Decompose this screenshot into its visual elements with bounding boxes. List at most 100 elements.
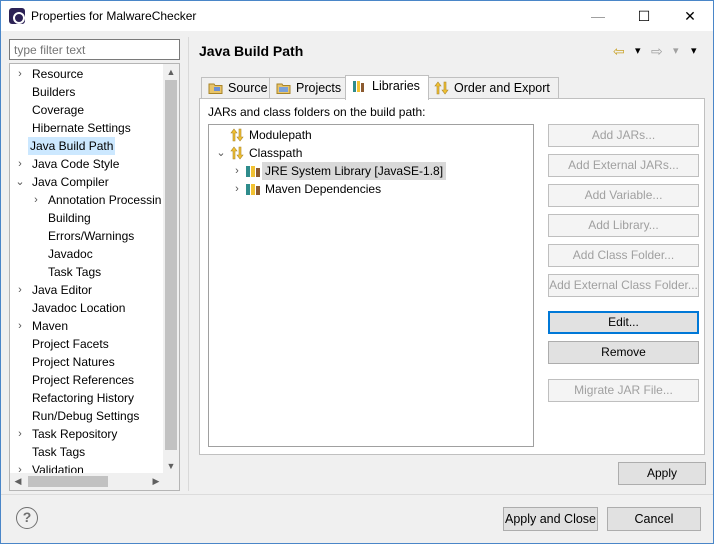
apply-button[interactable]: Apply [618, 462, 706, 485]
sidebar-item-label: Java Editor [32, 283, 93, 297]
add-external-jars-button[interactable]: Add External JARs... [548, 154, 699, 177]
collapsed-chevron-icon[interactable]: › [14, 281, 26, 299]
collapsed-chevron-icon[interactable]: › [14, 317, 26, 335]
remove-button[interactable]: Remove [548, 341, 699, 364]
scroll-left-icon[interactable]: ◀ [10, 473, 26, 489]
libraries-icon [353, 81, 364, 92]
expanded-chevron-icon[interactable]: ⌄ [14, 173, 26, 191]
projects-icon [276, 83, 291, 94]
scroll-up-icon[interactable]: ▲ [163, 64, 179, 80]
title-bar: Properties for MalwareChecker — ☐ ✕ [1, 1, 713, 31]
tab-order-and-export[interactable]: Order and Export [427, 77, 559, 99]
collapsed-chevron-icon[interactable]: › [14, 65, 26, 83]
migrate-jar-file-button[interactable]: Migrate JAR File... [548, 379, 699, 402]
vertical-scrollbar[interactable]: ▲ ▼ [163, 64, 179, 474]
collapsed-chevron-icon[interactable]: › [231, 180, 243, 198]
cancel-button[interactable]: Cancel [607, 507, 701, 531]
scroll-down-icon[interactable]: ▼ [163, 458, 179, 474]
library-icon [246, 166, 260, 177]
help-icon[interactable]: ? [16, 507, 38, 529]
tab-source-label: Source [228, 81, 268, 95]
expanded-chevron-icon[interactable]: ⌄ [215, 144, 227, 162]
sidebar-item-label: Project Natures [32, 355, 115, 369]
order-export-icon [434, 81, 449, 95]
collapsed-chevron-icon[interactable]: › [14, 425, 26, 443]
sidebar-item[interactable]: Errors/Warnings [46, 227, 136, 245]
sidebar-item[interactable]: Building [46, 209, 93, 227]
libraries-panel: JARs and class folders on the build path… [199, 98, 705, 455]
add-variable-button[interactable]: Add Variable... [548, 184, 699, 207]
sidebar-item[interactable]: Javadoc Location [30, 299, 127, 317]
sidebar-item[interactable]: Hibernate Settings [30, 119, 133, 137]
library-icon [246, 184, 260, 195]
property-pages-list: › Resource Builders Coverage Hibernate Setti… [10, 64, 165, 474]
sidebar-item-label: Resource [32, 67, 84, 81]
property-pages-tree: › Resource Builders Coverage Hibernate Setti… [9, 63, 180, 491]
forward-menu-icon[interactable]: ▾ [673, 42, 679, 60]
forward-arrow-icon[interactable]: ⇨ [651, 42, 663, 60]
tab-source[interactable]: Source [201, 77, 277, 99]
minimize-button[interactable]: — [575, 1, 621, 31]
back-arrow-icon[interactable]: ⇦ [613, 42, 625, 60]
sidebar-item[interactable]: › Task Repository [18, 425, 119, 443]
scroll-right-icon[interactable]: ▶ [148, 473, 164, 489]
add-external-class-folder-button[interactable]: Add External Class Folder... [548, 274, 699, 297]
sidebar-item-label: Builders [32, 85, 76, 99]
build-path-tree[interactable]: Modulepath ⌄ Classpath › JRE System Library … [208, 124, 534, 447]
add-library-button[interactable]: Add Library... [548, 214, 699, 237]
sidebar-item[interactable]: Project Natures [30, 353, 117, 371]
sidebar-item[interactable]: Coverage [30, 101, 86, 119]
tab-libraries-label: Libraries [372, 79, 420, 93]
close-button[interactable]: ✕ [667, 1, 713, 31]
collapsed-chevron-icon[interactable]: › [231, 162, 243, 180]
sidebar-item-label: Java Compiler [32, 175, 109, 189]
sidebar-item[interactable]: Project References [30, 371, 136, 389]
sidebar-item-label: Task Tags [32, 445, 86, 459]
sidebar-item[interactable]: Run/Debug Settings [30, 407, 141, 425]
scrollbar-thumb[interactable] [165, 80, 177, 450]
footer-separator [1, 494, 713, 495]
sidebar-item-label: Errors/Warnings [48, 229, 135, 243]
tab-projects[interactable]: Projects [269, 77, 351, 99]
sidebar-item[interactable]: Task Tags [30, 443, 87, 461]
add-jars-button[interactable]: Add JARs... [548, 124, 699, 147]
h-scrollbar-thumb[interactable] [28, 476, 108, 487]
sidebar-item[interactable]: Task Tags [46, 263, 103, 281]
sidebar-item[interactable]: ⌄ Java Compiler [15, 173, 111, 191]
window-title: Properties for MalwareChecker [31, 9, 197, 23]
sidebar-item[interactable]: Project Facets [30, 335, 111, 353]
sidebar-item[interactable]: › Java Editor [18, 281, 94, 299]
sidebar-item-label: Annotation Processin [48, 193, 162, 207]
build-path-tabs: Source Projects Libraries Order and Expo… [199, 75, 703, 100]
properties-dialog: Properties for MalwareChecker — ☐ ✕ ›Res… [0, 0, 714, 544]
sidebar-item-label: Refactoring History [32, 391, 135, 405]
sidebar-item[interactable]: › Resource [18, 65, 85, 83]
sidebar-item-label: Building [48, 211, 91, 225]
view-menu-icon[interactable]: ▾ [691, 42, 697, 60]
sidebar-item[interactable]: Refactoring History [30, 389, 136, 407]
add-class-folder-button[interactable]: Add Class Folder... [548, 244, 699, 267]
filter-input[interactable] [9, 39, 180, 60]
sidebar-item-label: Coverage [32, 103, 85, 117]
sidebar-item[interactable]: › Annotation Processin [34, 191, 163, 209]
sidebar-item-label: Task Tags [48, 265, 102, 279]
sidebar-item[interactable]: › Maven [18, 317, 70, 335]
back-menu-icon[interactable]: ▾ [635, 42, 641, 60]
collapsed-chevron-icon[interactable]: › [30, 191, 42, 209]
sidebar-item-label: Maven [32, 319, 69, 333]
edit-button[interactable]: Edit... [548, 311, 699, 334]
sidebar-item[interactable]: Javadoc [46, 245, 95, 263]
maximize-button[interactable]: ☐ [621, 1, 667, 31]
sidebar-item[interactable]: › Java Code Style [18, 155, 121, 173]
collapsed-chevron-icon[interactable]: › [14, 155, 26, 173]
tab-libraries[interactable]: Libraries [345, 75, 429, 100]
apply-and-close-button[interactable]: Apply and Close [503, 507, 598, 531]
modulepath-icon [230, 128, 244, 142]
property-pages-pane: ›ResourceBuildersCoverageHibernate Setti… [7, 37, 182, 491]
horizontal-scrollbar[interactable]: ◀ ▶ [10, 473, 179, 490]
build-path-entry-label: Maven Dependencies [265, 182, 382, 196]
tab-projects-label: Projects [296, 81, 342, 95]
sidebar-item[interactable]: Builders [30, 83, 77, 101]
pane-divider[interactable] [188, 37, 189, 491]
sidebar-item[interactable]: Java Build Path [28, 137, 116, 155]
